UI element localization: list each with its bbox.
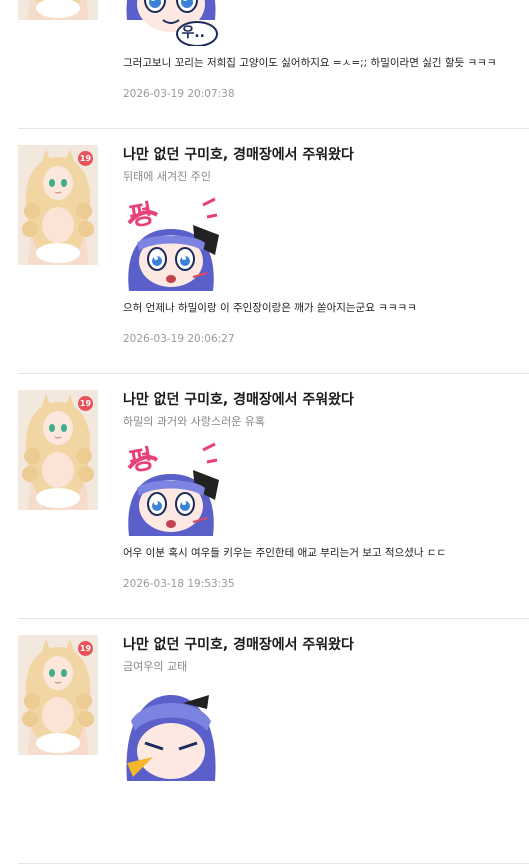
comment-body <box>123 789 529 807</box>
comment-item: 19 나만 없던 구미호, 경매장에서 주워왔다 하밀의 과거와 사랑스러운 유… <box>18 374 529 619</box>
shocked-maid-sticker: 펑 <box>123 440 219 536</box>
comment-item: 19 나만 없던 구미호, 경매장에서 주워왔다 뒤태에 새겨진 주인 펑 으허… <box>18 129 529 374</box>
comment-content: 나만 없던 구미호, 경매장에서 주워왔다 뒤태에 새겨진 주인 펑 으허 언제… <box>123 145 529 347</box>
chapter-title-link[interactable]: 금여우의 교태 <box>123 658 529 676</box>
comment-content: 나만 없던 구미호, 경매장에서 주워왔다 금여우의 교태 <box>123 635 529 837</box>
comment-body: 으허 언제나 하밀이랑 이 주인장이랑은 깨가 쏟아지는군요 ㅋㅋㅋㅋ <box>123 302 417 314</box>
surprised-maid-sticker: 우.. <box>123 0 219 46</box>
comment-timestamp <box>123 821 529 837</box>
comment-timestamp: 2026-03-19 20:06:27 <box>123 333 235 345</box>
comment-item: 19 나만 없던 구미호, 경매장에서 주워왔다 금여우의 교태 <box>18 619 529 864</box>
work-title-link[interactable]: 나만 없던 구미호, 경매장에서 주워왔다 <box>123 635 529 655</box>
work-title-link[interactable]: 나만 없던 구미호, 경매장에서 주워왔다 <box>123 390 529 410</box>
comment-body: 그러고보니 꼬리는 저희집 고양이도 싫어하지요 =ㅅ=;; 하밀이라면 싫긴 … <box>123 57 497 69</box>
comment-content: 나만 없던 구미호, 경매장에서 주워왔다 하밀의 과거와 사랑스러운 유혹 펑… <box>123 390 529 592</box>
comment-timestamp: 2026-03-18 19:53:35 <box>123 578 235 590</box>
comment-timestamp: 2026-03-19 20:07:38 <box>123 88 235 100</box>
novel-cover-thumbnail[interactable]: 19 <box>18 145 98 265</box>
chapter-title-link[interactable]: 뒤태에 새겨진 주인 <box>123 168 529 186</box>
novel-cover-thumbnail[interactable]: 19 <box>18 390 98 510</box>
sticker-caption: 우.. <box>181 25 205 41</box>
novel-cover-thumbnail[interactable]: 19 <box>18 635 98 755</box>
novel-cover-thumbnail[interactable]: 19 <box>18 0 98 20</box>
angry-maid-sticker <box>123 685 219 781</box>
adult-rating-badge: 19 <box>78 151 93 166</box>
comment-item: 19 우.. <box>18 0 529 129</box>
shocked-maid-sticker: 펑 <box>123 195 219 291</box>
comment-feed: 19 우.. <box>0 0 529 864</box>
comment-body: 어우 이분 혹시 여우들 키우는 주인한테 애교 부리는거 보고 적으셨나 ㄷㄷ <box>123 547 447 559</box>
fox-girl-cover-art <box>18 0 98 20</box>
chapter-title-link[interactable]: 하밀의 과거와 사랑스러운 유혹 <box>123 413 529 431</box>
work-title-link[interactable]: 나만 없던 구미호, 경매장에서 주워왔다 <box>123 145 529 165</box>
comment-content: 우.. 그러고보니 꼬리는 저희집 고양이도 싫어하지요 =ㅅ=;; 하밀이라면… <box>123 0 529 102</box>
adult-rating-badge: 19 <box>78 641 93 656</box>
adult-rating-badge: 19 <box>78 396 93 411</box>
